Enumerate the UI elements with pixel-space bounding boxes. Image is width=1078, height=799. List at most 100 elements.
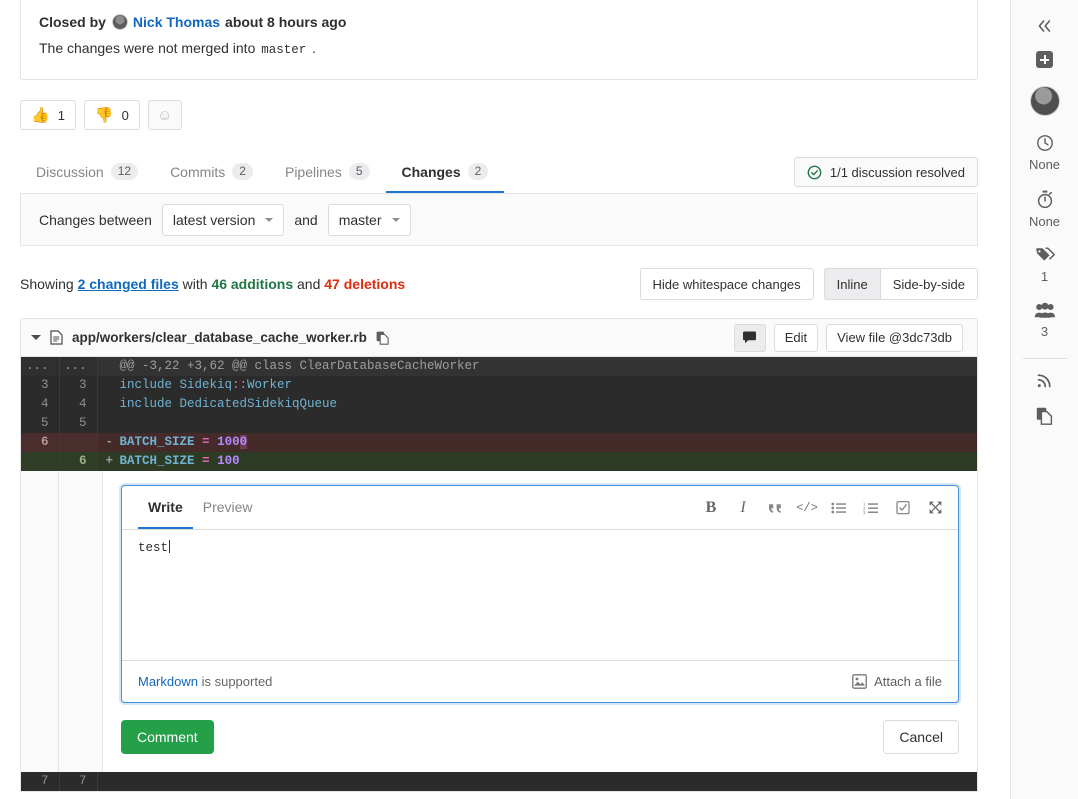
comment-submit-button[interactable]: Comment [121, 720, 214, 754]
markdown-toolbar: B I </> 123 [702, 499, 944, 517]
add-reaction-button[interactable]: ☺ [147, 100, 182, 130]
edit-file-button[interactable]: Edit [773, 323, 819, 352]
chevron-down-icon [391, 217, 400, 222]
smiley-icon: ☺ [157, 106, 173, 124]
discussions-resolved-button[interactable]: 1/1 discussion resolved [793, 157, 978, 187]
quote-icon[interactable] [766, 499, 784, 517]
form-gutter-new [59, 471, 103, 772]
comment-textarea-wrapper[interactable]: test [122, 530, 958, 660]
bullet-list-icon[interactable] [830, 499, 848, 517]
clock-icon [1036, 135, 1053, 151]
closed-timestamp: about 8 hours ago [225, 14, 347, 30]
diff-code-line[interactable]: + BATCH_SIZE = 100 [97, 452, 977, 471]
diff-file-title: app/workers/clear_database_cache_worker.… [31, 330, 389, 345]
diff-new-line-number: 3 [59, 376, 98, 395]
assignee-avatar [1029, 86, 1060, 116]
attach-file-button[interactable]: Attach a file [852, 674, 942, 689]
time-estimate-value: None [1028, 157, 1061, 172]
diff-sign: + [105, 454, 114, 468]
diff-view-toggle: Inline Side-by-side [823, 268, 978, 300]
tab-write[interactable]: Write [138, 486, 193, 529]
source-version-dropdown[interactable]: latest version [161, 203, 285, 236]
tab-commits[interactable]: Commits 2 [154, 152, 269, 193]
diff-new-line-number: ... [59, 357, 98, 376]
diff-code-line[interactable]: include Sidekiq::Worker [97, 376, 977, 395]
diff-code-line[interactable]: include DedicatedSidekiqQueue [97, 395, 977, 414]
award-emoji-bar: 👍 1 👎 0 ☺ [20, 100, 1010, 130]
tab-discussion[interactable]: Discussion 12 [20, 152, 154, 193]
markdown-hint-suffix: is supported [201, 674, 273, 689]
tab-changes[interactable]: Changes 2 [385, 152, 505, 193]
diff-code-line[interactable] [97, 772, 977, 791]
bold-icon[interactable]: B [702, 499, 720, 517]
summary-with: with [182, 276, 208, 292]
diff-old-line-number: 5 [21, 414, 60, 433]
hide-whitespace-button[interactable]: Hide whitespace changes [639, 268, 814, 300]
code-icon[interactable]: </> [796, 499, 818, 517]
attach-image-icon [852, 674, 867, 689]
tab-pipelines-count: 5 [348, 163, 370, 180]
author-link[interactable]: Nick Thomas [133, 14, 220, 30]
tab-list: Discussion 12 Commits 2 Pipelines 5 Chan… [20, 152, 505, 193]
view-file-button[interactable]: View file @3dc73db [826, 323, 963, 352]
write-preview-tabs: Write Preview [122, 486, 263, 529]
comment-text-value: test [138, 541, 169, 555]
diff-code-line[interactable]: - BATCH_SIZE = 1000 [97, 433, 977, 452]
sidebar-item-add[interactable] [1011, 42, 1078, 77]
sidebar-item-assignee[interactable] [1011, 77, 1078, 125]
diff-old-line-number: 7 [21, 772, 60, 791]
diff-new-line-number: 6 [59, 452, 98, 471]
diff-table-tail: 7 7 [21, 772, 977, 791]
fullscreen-icon[interactable] [926, 499, 944, 517]
comment-cancel-button[interactable]: Cancel [883, 720, 959, 754]
diff-summary-row: Showing 2 changed files with 46 addition… [20, 268, 978, 300]
diff-file-header: app/workers/clear_database_cache_worker.… [21, 319, 977, 357]
diff-code-line[interactable] [97, 414, 977, 433]
toggle-file-comments-button[interactable] [733, 323, 766, 352]
target-branch-name: master [261, 43, 307, 57]
award-thumbsdown-count: 0 [121, 107, 129, 123]
sidebar-item-labels[interactable]: 1 [1011, 238, 1078, 293]
inline-view-button[interactable]: Inline [823, 268, 880, 300]
numbered-list-icon[interactable]: 123 [862, 499, 880, 517]
diff-row-context: 3 3 include Sidekiq::Worker [21, 376, 977, 395]
tab-pipelines[interactable]: Pipelines 5 [269, 152, 386, 193]
tab-commits-label: Commits [170, 163, 226, 180]
award-thumbsdown-button[interactable]: 👎 0 [83, 100, 140, 130]
tag-icon [1035, 247, 1055, 261]
target-version-value: master [338, 211, 382, 228]
tab-preview[interactable]: Preview [193, 486, 263, 529]
copy-path-icon[interactable] [376, 331, 389, 345]
closed-by-label: Closed by [39, 14, 106, 30]
diff-old-line-number: 3 [21, 376, 60, 395]
task-list-icon[interactable] [894, 499, 912, 517]
sidebar-item-time-spent[interactable]: None [1011, 181, 1078, 238]
sidebar-item-copy-reference[interactable] [1011, 398, 1078, 434]
target-branch-dropdown[interactable]: master [327, 203, 411, 236]
side-by-side-view-button[interactable]: Side-by-side [879, 268, 978, 300]
sidebar-item-participants[interactable]: 3 [1011, 293, 1078, 348]
diff-new-line-number: 7 [59, 772, 98, 791]
diff-new-line-number: 4 [59, 395, 98, 414]
markdown-link[interactable]: Markdown [138, 674, 198, 689]
comment-textarea[interactable]: test [138, 540, 942, 555]
form-gutter-old [21, 471, 59, 772]
collapse-file-chevron-down-icon[interactable] [31, 335, 41, 340]
merge-request-changes-page: Closed by Nick Thomas about 8 hours ago … [0, 0, 1078, 799]
sidebar-item-time-estimate[interactable]: None [1011, 125, 1078, 181]
merge-status-text: The changes were not merged into master … [39, 40, 959, 57]
diff-old-line-number: ... [21, 357, 60, 376]
check-circle-icon [807, 165, 822, 179]
diff-file-path: app/workers/clear_database_cache_worker.… [72, 330, 367, 345]
tab-commits-count: 2 [232, 163, 253, 180]
changed-files-link[interactable]: 2 changed files [78, 276, 179, 292]
time-spent-value: None [1028, 214, 1061, 229]
comment-editor-header: Write Preview B I </> 1 2 3 [122, 486, 958, 530]
sidebar-collapse-button[interactable] [1011, 10, 1078, 42]
award-thumbsup-button[interactable]: 👍 1 [20, 100, 76, 130]
closed-by-line: Closed by Nick Thomas about 8 hours ago [39, 14, 959, 30]
compare-conjunction: and [294, 211, 318, 228]
sidebar-item-feed[interactable] [1011, 363, 1078, 398]
italic-icon[interactable]: I [734, 499, 752, 517]
diff-row-removed: 6 - BATCH_SIZE = 1000 [21, 433, 977, 452]
